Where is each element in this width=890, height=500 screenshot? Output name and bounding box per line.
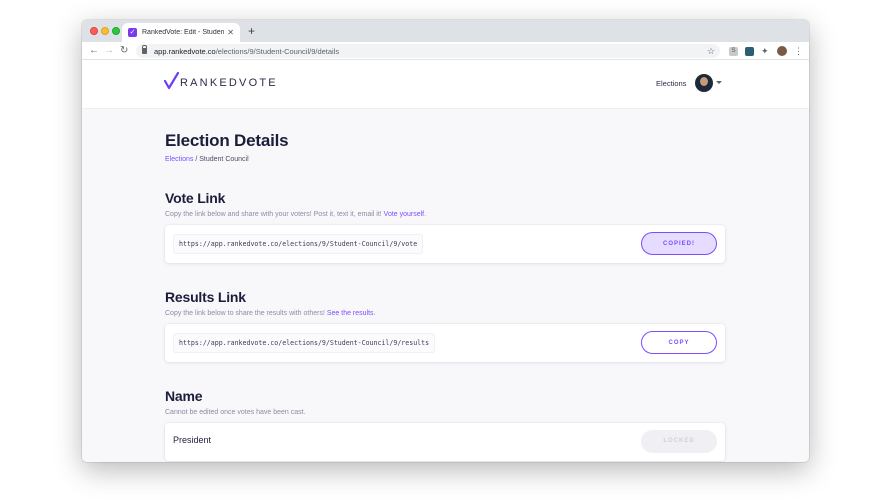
- minimize-window-button[interactable]: [101, 27, 109, 35]
- page-title: Election Details: [165, 131, 289, 150]
- vote-link-url[interactable]: https://app.rankedvote.co/elections/9/St…: [173, 234, 424, 254]
- vote-link-heading: Vote Link: [165, 190, 226, 206]
- breadcrumb: Elections / Student Council: [165, 156, 249, 163]
- browser-tab[interactable]: ✓ RankedVote: Edit - Student Co ✕: [122, 23, 240, 42]
- election-name-value: President: [173, 435, 212, 445]
- user-avatar[interactable]: [695, 74, 713, 92]
- browser-toolbar: ← → ↻ app.rankedvote.co/elections/9/Stud…: [82, 42, 809, 60]
- maximize-window-button[interactable]: [112, 27, 120, 35]
- address-bar[interactable]: app.rankedvote.co/elections/9/Student-Co…: [136, 44, 720, 58]
- checkmark-logo-icon: [164, 72, 179, 90]
- tab-strip: ✓ RankedVote: Edit - Student Co ✕ +: [82, 20, 809, 42]
- results-link-description: Copy the link below to share the results…: [165, 310, 376, 317]
- rankedvote-favicon-icon: ✓: [128, 28, 137, 37]
- lock-icon: [142, 45, 147, 54]
- nav-elections-link[interactable]: Elections: [656, 79, 686, 88]
- breadcrumb-current: Student Council: [199, 156, 249, 163]
- bookmark-star-icon[interactable]: ☆: [707, 44, 715, 58]
- page-content: RANKEDVOTE Elections Election Details El…: [82, 60, 809, 462]
- results-link-heading: Results Link: [165, 289, 246, 305]
- breadcrumb-elections-link[interactable]: Elections: [165, 156, 193, 163]
- results-link-card: https://app.rankedvote.co/elections/9/St…: [165, 324, 725, 362]
- name-description: Cannot be edited once votes have been ca…: [165, 409, 306, 416]
- browser-window: ✓ RankedVote: Edit - Student Co ✕ + ← → …: [82, 20, 809, 462]
- vote-yourself-link[interactable]: Vote yourself: [384, 211, 424, 218]
- new-tab-button[interactable]: +: [248, 23, 255, 39]
- extension-s-icon[interactable]: S: [729, 47, 738, 56]
- profile-avatar-icon[interactable]: [777, 46, 787, 56]
- extension-icon[interactable]: [745, 47, 754, 56]
- copy-results-link-button[interactable]: COPY: [641, 331, 717, 354]
- logo-text: RANKEDVOTE: [180, 77, 278, 89]
- site-header: RANKEDVOTE Elections: [82, 60, 809, 108]
- back-arrow-icon[interactable]: ←: [89, 44, 99, 58]
- tab-close-icon[interactable]: ✕: [227, 28, 234, 37]
- name-card: President LOCKED: [165, 423, 725, 461]
- forward-arrow-icon[interactable]: →: [104, 44, 114, 58]
- vote-link-description: Copy the link below and share with your …: [165, 211, 427, 218]
- name-heading: Name: [165, 388, 203, 404]
- reload-icon[interactable]: ↻: [120, 44, 128, 58]
- vote-link-card: https://app.rankedvote.co/elections/9/St…: [165, 225, 725, 263]
- browser-menu-icon[interactable]: ⋮: [794, 45, 803, 57]
- copy-vote-link-button[interactable]: COPIED!: [641, 232, 717, 255]
- chevron-down-icon[interactable]: [716, 81, 722, 84]
- locked-button: LOCKED: [641, 430, 717, 453]
- tab-title: RankedVote: Edit - Student Co: [142, 29, 225, 36]
- rankedvote-logo[interactable]: RANKEDVOTE: [164, 72, 278, 90]
- see-results-link[interactable]: See the results: [327, 310, 374, 317]
- results-link-url[interactable]: https://app.rankedvote.co/elections/9/St…: [173, 333, 436, 353]
- extensions-puzzle-icon[interactable]: ✦: [761, 47, 770, 56]
- close-window-button[interactable]: [90, 27, 98, 35]
- url-text: app.rankedvote.co/elections/9/Student-Co…: [154, 46, 340, 56]
